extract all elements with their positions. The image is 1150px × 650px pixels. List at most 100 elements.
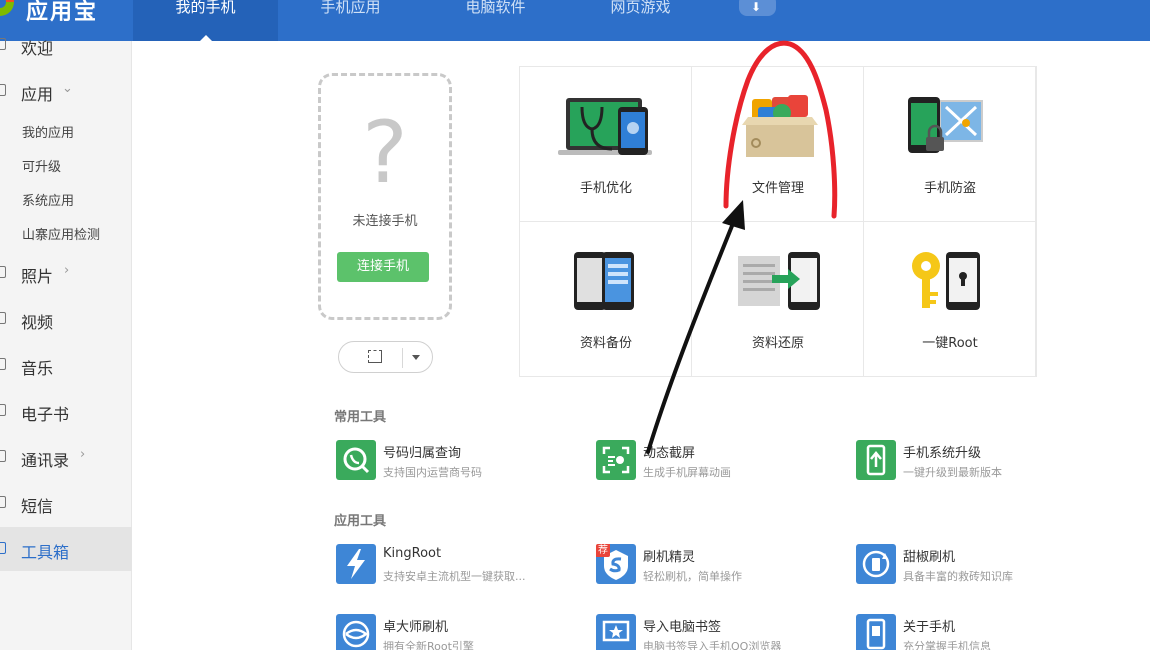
tool-system-upgrade[interactable]: 手机系统升级 一键升级到最新版本 <box>856 440 1096 486</box>
tool-zhuodashi[interactable]: 卓大师刷机 拥有全新Root引擎 <box>336 614 576 650</box>
swirl-icon <box>336 614 376 650</box>
feature-tiles: 手机优化 文件管理 手机防盗 资料备份 资料还原 一键Root <box>519 66 1037 377</box>
phone-search-icon <box>336 440 376 480</box>
tool-desc: 拥有全新Root引擎 <box>383 640 474 650</box>
question-mark-icon: ? <box>362 103 408 203</box>
tool-name: 刷机精灵 <box>643 550 696 565</box>
phone-antitheft-icon <box>908 97 983 153</box>
ebook-icon <box>0 404 6 416</box>
sidebar-item-label: 应用 <box>21 85 54 104</box>
refresh-phone-icon <box>856 544 896 584</box>
tool-shuaji-jingling[interactable]: 荐 刷机精灵 轻松刷机，简单操作 <box>596 544 836 590</box>
tool-tianjiao-shuaji[interactable]: 甜椒刷机 具备丰富的救砖知识库 <box>856 544 1096 590</box>
tile-label: 文件管理 <box>751 181 804 196</box>
file-manage-icon <box>742 95 818 157</box>
tile-data-restore[interactable]: 资料还原 <box>692 222 864 377</box>
tool-desc: 一键升级到最新版本 <box>903 466 1002 479</box>
phone-placeholder: ? 未连接手机 连接手机 <box>318 73 452 320</box>
phone-info-icon <box>856 614 896 650</box>
tool-name: 手机系统升级 <box>903 446 982 461</box>
key-root-icon <box>912 252 980 310</box>
tool-kingroot[interactable]: KingRoot 支持安卓主流机型一键获取... <box>336 544 576 590</box>
sidebar-item-photos[interactable]: 照片 › <box>0 251 132 295</box>
screenshot-icon[interactable] <box>368 350 382 363</box>
tool-desc: 生成手机屏幕动画 <box>643 466 731 479</box>
tool-name: 关于手机 <box>903 620 956 635</box>
tab-label: 手机应用 <box>320 0 381 16</box>
chevron-right-icon: › <box>64 263 70 278</box>
video-icon <box>0 312 6 324</box>
sidebar-item-contacts[interactable]: 通讯录 › <box>0 435 132 479</box>
tile-label: 一键Root <box>922 336 978 351</box>
sms-icon <box>0 496 6 508</box>
sidebar-item-label: 音乐 <box>21 359 54 378</box>
sidebar-item-welcome[interactable]: 欢迎 <box>0 23 132 67</box>
contacts-icon <box>0 450 6 462</box>
sidebar-subitem-fake-app-check[interactable]: 山寨应用检测 <box>22 224 100 243</box>
sidebar-item-label: 通讯录 <box>21 451 70 470</box>
lightning-icon <box>336 544 376 584</box>
tile-phone-optimize[interactable]: 手机优化 <box>520 67 692 222</box>
top-nav-bar: 应用宝 我的手机 手机应用 电脑软件 网页游戏 ⬇ <box>0 0 1150 41</box>
tool-name: 动态截屏 <box>643 446 696 461</box>
tab-phone-apps[interactable]: 手机应用 <box>278 0 423 41</box>
divider <box>402 348 403 368</box>
sidebar-item-sms[interactable]: 短信 <box>0 481 132 525</box>
app-logo-icon <box>0 0 14 16</box>
sidebar-item-apps[interactable]: 应用 ⌄ <box>0 69 132 113</box>
tab-web-games[interactable]: 网页游戏 <box>568 0 713 41</box>
tool-number-lookup[interactable]: 号码归属查询 支持国内运营商号码 <box>336 440 576 486</box>
bookmark-star-icon <box>596 614 636 650</box>
data-restore-icon <box>738 252 820 310</box>
tool-dynamic-screenshot[interactable]: 动态截屏 生成手机屏幕动画 <box>596 440 836 486</box>
tool-desc: 支持国内运营商号码 <box>383 466 482 479</box>
phone-optimize-icon <box>558 98 652 155</box>
sidebar-item-music[interactable]: 音乐 <box>0 343 132 387</box>
recommend-badge: 荐 <box>596 544 610 557</box>
apps-icon <box>0 84 6 96</box>
common-tools-title: 常用工具 <box>334 410 387 425</box>
toolbox-icon <box>0 542 6 554</box>
sidebar-item-label: 电子书 <box>21 405 70 424</box>
sidebar-item-label: 短信 <box>21 497 54 516</box>
sidebar-item-label: 欢迎 <box>21 39 54 58</box>
sidebar-subitem-system-apps[interactable]: 系统应用 <box>22 190 74 209</box>
tool-desc: 支持安卓主流机型一键获取... <box>383 570 526 583</box>
tile-label: 手机防盗 <box>923 181 976 196</box>
tool-import-bookmarks[interactable]: 导入电脑书签 电脑书签导入手机QQ浏览器 <box>596 614 836 650</box>
chevron-right-icon: › <box>80 447 86 462</box>
tab-label: 网页游戏 <box>610 0 671 16</box>
tab-label: 我的手机 <box>175 0 236 16</box>
tool-desc: 具备丰富的救砖知识库 <box>903 570 1013 583</box>
sidebar: 欢迎 应用 ⌄ 我的应用 可升级 系统应用 山寨应用检测 照片 › 视频 音乐 … <box>0 38 132 650</box>
sidebar-item-toolbox[interactable]: 工具箱 <box>0 527 132 571</box>
tool-name: 甜椒刷机 <box>903 550 956 565</box>
sidebar-item-videos[interactable]: 视频 <box>0 297 132 341</box>
sidebar-subitem-upgradable[interactable]: 可升级 <box>22 156 61 175</box>
tool-desc: 充分掌握手机信息 <box>903 640 991 650</box>
download-button[interactable]: ⬇ <box>739 0 776 16</box>
tool-about-phone[interactable]: 关于手机 充分掌握手机信息 <box>856 614 1096 650</box>
screenshot-control <box>338 341 433 373</box>
tab-my-phone[interactable]: 我的手机 <box>133 0 278 41</box>
tab-pc-software[interactable]: 电脑软件 <box>423 0 568 41</box>
tool-name: KingRoot <box>383 546 442 561</box>
tile-data-backup[interactable]: 资料备份 <box>520 222 692 377</box>
welcome-icon <box>0 38 6 50</box>
music-icon <box>0 358 6 370</box>
tool-name: 号码归属查询 <box>383 446 462 461</box>
tile-label: 资料还原 <box>751 336 804 351</box>
tile-key-root[interactable]: 一键Root <box>864 222 1036 377</box>
connect-phone-button[interactable]: 连接手机 <box>337 252 429 282</box>
tile-phone-antitheft[interactable]: 手机防盗 <box>864 67 1036 222</box>
tool-desc: 电脑书签导入手机QQ浏览器 <box>643 640 782 650</box>
tile-label: 资料备份 <box>579 336 632 351</box>
sidebar-item-ebooks[interactable]: 电子书 <box>0 389 132 433</box>
sidebar-subitem-my-apps[interactable]: 我的应用 <box>22 122 74 141</box>
app-tools-title: 应用工具 <box>334 514 387 529</box>
photos-icon <box>0 266 6 278</box>
phone-upgrade-icon <box>856 440 896 480</box>
screen-capture-icon <box>596 440 636 480</box>
tile-file-manage[interactable]: 文件管理 <box>692 67 864 222</box>
chevron-down-icon[interactable] <box>412 355 420 360</box>
